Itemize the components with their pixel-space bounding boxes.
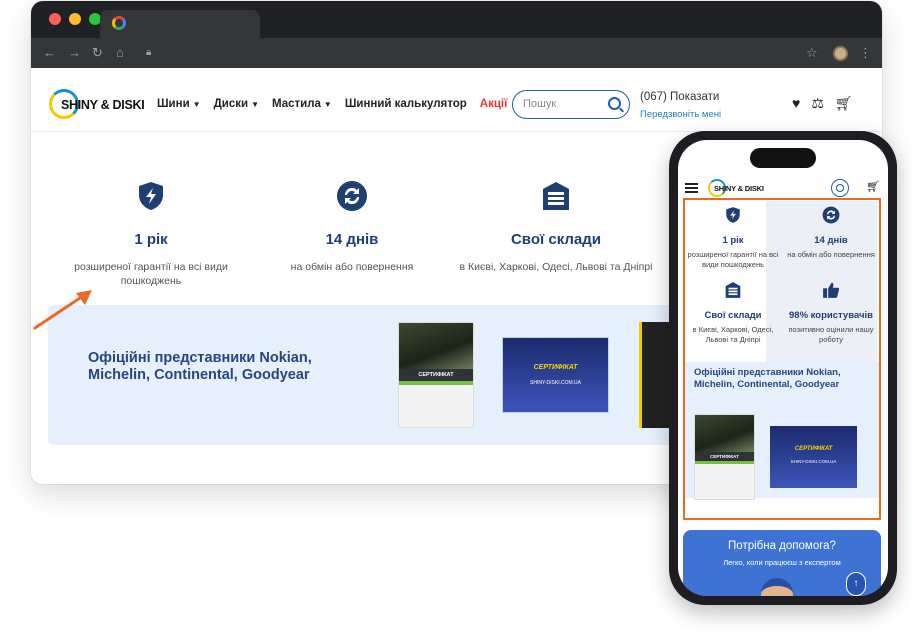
back-arrow-icon[interactable]: ←: [43, 45, 56, 61]
return-arrows-icon: [822, 206, 840, 224]
site-header: SHINY & DISKI Шини ▼ Диски ▼ Мастила ▼ Шинн…: [31, 68, 882, 132]
lock-icon: 🔒︎: [146, 47, 152, 58]
banner-title: Офіційні представники Nokian, Michelin, …: [694, 367, 841, 390]
certificate-car-photo: [399, 323, 473, 369]
feature-description: розширеної гарантії на всі види пошкодже…: [74, 261, 228, 287]
menu-item-label: Мастила: [271, 98, 321, 110]
forward-arrow-icon[interactable]: →: [68, 45, 81, 61]
search-icon[interactable]: [608, 97, 621, 110]
minimize-window-button[interactable]: [69, 13, 81, 25]
chevron-down-icon: ▼: [251, 100, 259, 109]
feature-description: позитивно оцінили нашу роботу: [788, 325, 874, 344]
feature-description: на обмін або повернення: [290, 261, 414, 273]
search-input[interactable]: Пошук: [512, 90, 630, 119]
bookmark-star-icon[interactable]: ☆: [806, 45, 818, 61]
logo-text: SHINY & DISKI: [61, 98, 145, 112]
warehouse-icon: [725, 282, 741, 298]
michelin-certificate[interactable]: СЕРТИФІКАТ SHINY-DISKI.COM.UA: [502, 337, 609, 413]
mobile-feature-satisfaction: 98% користувачів позитивно оцінили нашу …: [782, 281, 880, 345]
menu-item-label: Диски: [213, 98, 249, 110]
certificate-label: СЕРТИФІКАТ: [533, 364, 578, 371]
feature-title: 98% користувачів: [789, 310, 873, 321]
orange-arrow-icon: [33, 290, 92, 330]
nokian-certificate[interactable]: СЕРТИФІКАТ: [694, 414, 755, 500]
home-icon[interactable]: ⌂: [116, 45, 124, 61]
mobile-logo[interactable]: SHINY & DISKI: [708, 179, 770, 199]
scroll-to-top-button[interactable]: ↑: [846, 572, 866, 596]
google-icon: [112, 16, 126, 30]
search-placeholder: Пошук: [523, 98, 557, 110]
menu-item-tire-calculator[interactable]: Шинний калькулятор: [345, 98, 467, 110]
chevron-down-icon: ▼: [192, 100, 201, 109]
feature-description: на обмін або повернення: [787, 250, 875, 259]
shield-bolt-icon: [726, 207, 740, 223]
compare-scales-icon[interactable]: ⚖: [811, 95, 824, 112]
certificate-label: СЕРТИФІКАТ: [695, 452, 754, 461]
close-window-button[interactable]: [49, 13, 61, 25]
mobile-feature-warranty: 1 рік розширеної гарантії на всі види по…: [684, 206, 782, 270]
feature-return: 14 днів на обмін або повернення: [267, 180, 437, 274]
browser-tab-strip: [31, 1, 882, 38]
mobile-feature-return: 14 днів на обмін або повернення: [782, 206, 880, 260]
warehouse-icon: [543, 182, 569, 210]
browser-tab[interactable]: [100, 10, 260, 38]
cart-icon[interactable]: 🛒︎: [866, 180, 880, 193]
mobile-dealer-banner: Офіційні представники Nokian, Michelin, …: [685, 362, 879, 500]
feature-title: 1 рік: [722, 235, 744, 246]
certificate-label: СЕРТИФІКАТ: [794, 446, 833, 452]
nokian-certificate[interactable]: СЕРТИФІКАТ: [398, 322, 474, 428]
return-arrows-icon: [337, 181, 367, 211]
logo-text: SHINY & DISKI: [714, 184, 764, 193]
feature-title: Свої склади: [510, 231, 602, 248]
certificate-accent-stripe: [399, 381, 473, 385]
feature-warehouses: Свої склади в Києві, Харкові, Одесі, Льв…: [451, 180, 661, 274]
mobile-phone-frame: SHINY & DISKI 🛒︎ 1 рік розширеної гарант…: [669, 131, 897, 605]
official-dealer-banner: Офіційні представники Nokian, Michelin, …: [48, 305, 688, 445]
site-logo[interactable]: SHINY & DISKI: [49, 89, 149, 121]
certificate-accent-stripe: [695, 461, 754, 464]
dynamic-island: [750, 148, 816, 168]
certificate-car-photo: [695, 415, 754, 452]
favorites-heart-icon[interactable]: ♥: [792, 95, 800, 112]
feature-description: в Києві, Харкові, Одесі, Львові та Дніпр…: [692, 325, 774, 344]
feature-title: 14 днів: [814, 235, 848, 246]
feature-title: 14 днів: [325, 231, 379, 248]
phone-show-link[interactable]: (067) Показати: [640, 91, 719, 103]
chevron-down-icon: ▼: [323, 100, 332, 109]
feature-warranty: 1 рік розширеної гарантії на всі види по…: [61, 180, 241, 288]
header-actions: ♥ ⚖ 🛒︎: [792, 95, 853, 112]
search-icon[interactable]: [831, 179, 849, 197]
shield-bolt-icon: [139, 182, 163, 210]
mobile-feature-warehouses: Свої склади в Києві, Харкові, Одесі, Льв…: [684, 281, 782, 345]
feature-description: в Києві, Харкові, Одесі, Львові та Дніпр…: [459, 261, 653, 273]
feature-title: 1 рік: [134, 231, 168, 248]
feature-title: Свої склади: [704, 310, 762, 321]
expert-avatar: [761, 578, 793, 596]
hamburger-menu-icon[interactable]: [685, 183, 698, 193]
help-subtitle: Легко, коли працюєш з експертом: [723, 558, 841, 567]
michelin-certificate[interactable]: СЕРТИФІКАТ SHINY-DISKI.COM.UA: [770, 426, 857, 488]
menu-item-wheels[interactable]: Диски ▼: [214, 98, 259, 110]
thumbs-up-icon: [823, 282, 840, 298]
menu-item-promotions[interactable]: Акції: [480, 98, 508, 110]
cart-icon[interactable]: 🛒︎: [835, 95, 853, 112]
browser-toolbar: ← → ↻ ⌂ 🔒︎ ☆ ⋮: [31, 38, 882, 68]
feature-description: розширеної гарантії на всі види пошкодже…: [687, 250, 779, 269]
mobile-screen: SHINY & DISKI 🛒︎ 1 рік розширеної гарант…: [678, 140, 888, 596]
menu-dots-icon[interactable]: ⋮: [859, 45, 872, 61]
menu-item-lubricants[interactable]: Мастила ▼: [272, 98, 332, 110]
certificate-label: СЕРТИФІКАТ: [399, 369, 473, 381]
certificate-site: SHINY-DISKI.COM.UA: [790, 459, 837, 464]
profile-avatar[interactable]: [833, 46, 848, 61]
main-menu: Шини ▼ Диски ▼ Мастила ▼ Шинний калькулятор…: [157, 98, 507, 110]
window-controls: [49, 13, 101, 25]
certificate-site: SHINY-DISKI.COM.UA: [530, 380, 581, 386]
menu-item-label: Шини: [157, 98, 190, 110]
banner-title: Офіційні представники Nokian, Michelin, …: [88, 350, 312, 383]
help-title: Потрібна допомога?: [728, 540, 836, 552]
menu-item-tires[interactable]: Шини ▼: [157, 98, 201, 110]
reload-icon[interactable]: ↻: [92, 45, 103, 61]
callback-link[interactable]: Передзвоніть мені: [640, 109, 721, 120]
